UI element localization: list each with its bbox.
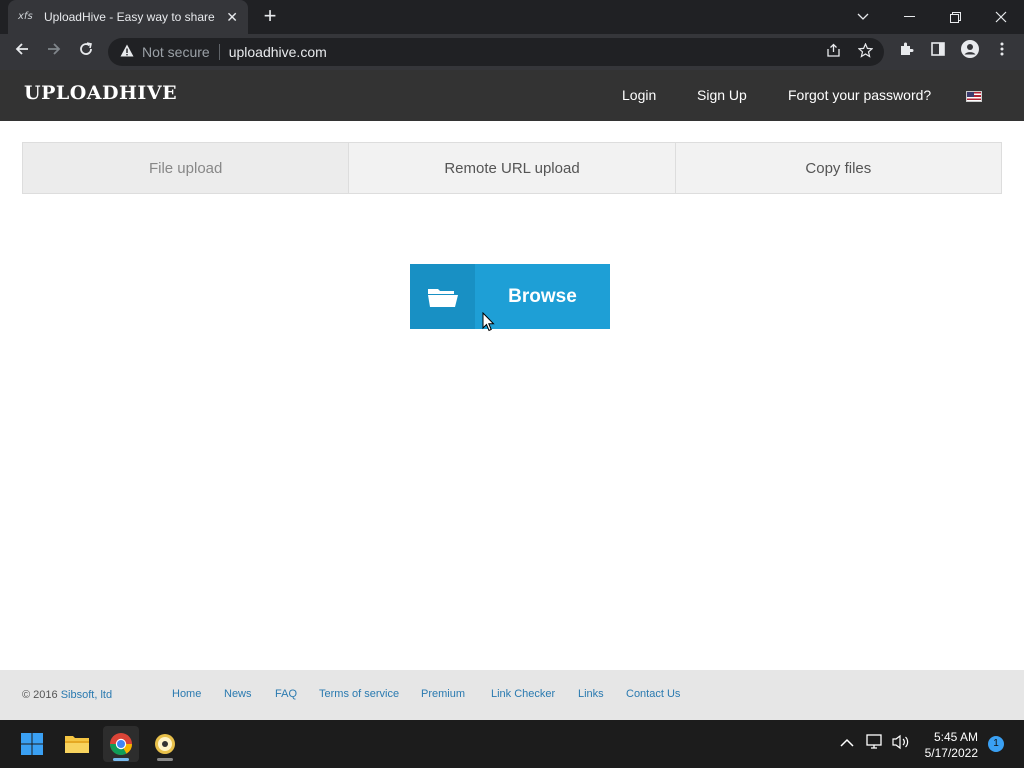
tab-search-icon[interactable] — [840, 0, 886, 34]
back-button[interactable] — [10, 40, 34, 64]
extensions-icon[interactable] — [894, 40, 918, 64]
footer-link-contact[interactable]: Contact Us — [626, 688, 680, 700]
share-icon[interactable] — [822, 42, 844, 64]
footer-link-terms[interactable]: Terms of service — [319, 688, 399, 700]
site-footer: © 2016 Sibsoft, ltd Home News FAQ Terms … — [0, 670, 1024, 720]
warning-icon[interactable] — [120, 44, 134, 60]
footer-link-premium[interactable]: Premium — [421, 688, 465, 700]
forgot-password-link[interactable]: Forgot your password? — [788, 87, 931, 103]
start-button[interactable] — [14, 726, 50, 762]
footer-link-faq[interactable]: FAQ — [275, 688, 297, 700]
mouse-cursor-icon — [482, 312, 495, 332]
media-app-icon[interactable] — [147, 726, 183, 762]
file-explorer-icon[interactable] — [59, 726, 95, 762]
folder-icon — [410, 264, 475, 329]
new-tab-button[interactable]: + — [258, 4, 282, 28]
chrome-taskbar-icon[interactable] — [103, 726, 139, 762]
profile-avatar-icon[interactable] — [958, 40, 982, 64]
reload-button[interactable] — [74, 40, 98, 64]
site-logo[interactable]: UPLOADHIVE — [24, 82, 177, 104]
active-app-indicator — [113, 758, 129, 761]
copyright-text: © 2016 — [22, 689, 58, 701]
tab-copy-files[interactable]: Copy files — [676, 143, 1001, 193]
url-text[interactable]: uploadhive.com — [229, 44, 327, 60]
side-panel-icon[interactable] — [926, 40, 950, 64]
signup-link[interactable]: Sign Up — [697, 87, 747, 103]
browse-label: Browse — [508, 285, 577, 307]
browser-menu-icon[interactable] — [990, 40, 1014, 64]
bookmark-star-icon[interactable] — [854, 42, 876, 64]
tab-close-icon[interactable]: ✕ — [226, 9, 238, 26]
footer-link-links[interactable]: Links — [578, 688, 604, 700]
windows-logo-icon — [21, 733, 43, 755]
running-app-indicator — [157, 758, 173, 761]
footer-link-home[interactable]: Home — [172, 688, 201, 700]
browser-titlebar: xfs UploadHive - Easy way to share y ✕ + — [0, 0, 1024, 34]
browser-tab[interactable]: xfs UploadHive - Easy way to share y ✕ — [8, 0, 248, 34]
restore-button[interactable] — [932, 0, 978, 34]
site-favicon-icon: xfs — [18, 11, 33, 22]
browser-toolbar: Not secure uploadhive.com — [0, 34, 1024, 70]
clock-time: 5:45 AM — [933, 730, 978, 744]
us-flag-icon[interactable] — [966, 91, 982, 102]
sibsoft-link[interactable]: Sibsoft, ltd — [61, 689, 112, 701]
tab-file-upload[interactable]: File upload — [23, 143, 350, 193]
volume-icon[interactable] — [892, 734, 910, 753]
login-link[interactable]: Login — [622, 87, 656, 103]
notification-badge[interactable]: 1 — [988, 736, 1004, 752]
chevron-up-icon[interactable] — [840, 734, 854, 750]
upload-mode-tabs: File upload Remote URL upload Copy files — [22, 142, 1002, 194]
clock-date: 5/17/2022 — [924, 746, 978, 760]
site-header: UPLOADHIVE Login Sign Up Forgot your pas… — [0, 70, 1024, 121]
omnibox-divider — [218, 44, 220, 60]
minimize-button[interactable] — [886, 0, 932, 34]
close-window-button[interactable] — [978, 0, 1024, 34]
tab-title: UploadHive - Easy way to share y — [43, 10, 219, 24]
security-status[interactable]: Not secure — [142, 44, 210, 60]
forward-button[interactable] — [42, 40, 66, 64]
footer-link-news[interactable]: News — [224, 688, 252, 700]
browse-button[interactable]: Browse — [410, 264, 610, 329]
network-icon[interactable] — [866, 734, 884, 753]
copyright: © 2016 Sibsoft, ltd — [22, 689, 112, 701]
tab-remote-url-upload[interactable]: Remote URL upload — [349, 143, 676, 193]
windows-taskbar: 5:45 AM 5/17/2022 — [0, 720, 1024, 768]
system-clock[interactable]: 5:45 AM 5/17/2022 — [918, 729, 978, 761]
footer-link-link-checker[interactable]: Link Checker — [491, 688, 555, 700]
address-bar[interactable]: Not secure uploadhive.com — [108, 38, 884, 66]
